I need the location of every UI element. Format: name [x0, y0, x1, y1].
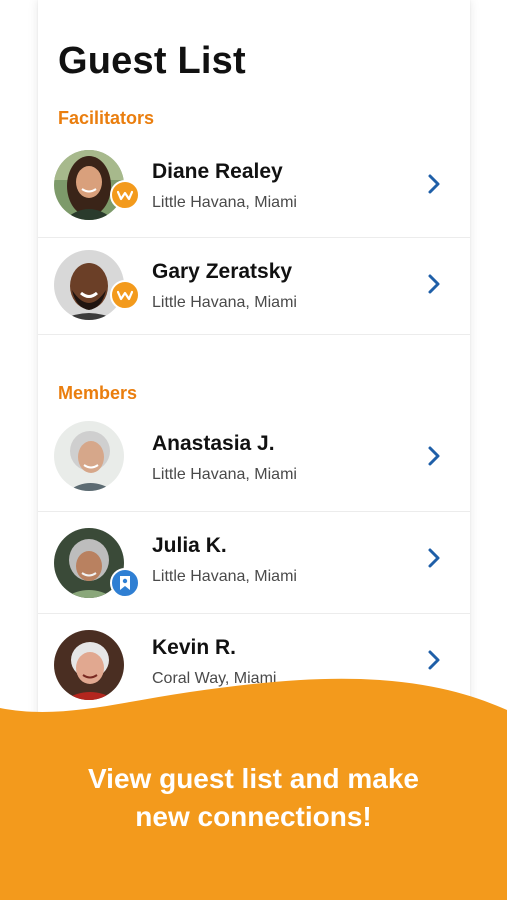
guest-row-anastasia[interactable]: Anastasia J. Little Havana, Miami: [38, 410, 470, 512]
ribbon-badge-icon: [110, 568, 140, 598]
guest-name: Gary Zeratsky: [152, 260, 293, 283]
facilitator-badge-icon: [110, 280, 140, 310]
promo-line-2: new connections!: [135, 801, 372, 832]
page-title: Guest List: [58, 40, 246, 82]
guest-name: Anastasia J.: [152, 432, 275, 455]
section-label-facilitators: Facilitators: [58, 108, 155, 128]
guest-name: Kevin R.: [152, 636, 237, 659]
guest-location: Little Havana, Miami: [152, 568, 297, 585]
guest-location: Little Havana, Miami: [152, 194, 297, 211]
chevron-right-icon[interactable]: [424, 546, 444, 570]
promo-line-1: View guest list and make: [88, 763, 419, 794]
facilitator-badge-icon: [110, 180, 140, 210]
guest-name: Julia K.: [152, 534, 227, 557]
chevron-right-icon[interactable]: [424, 272, 444, 296]
chevron-right-icon[interactable]: [424, 172, 444, 196]
guest-location: Little Havana, Miami: [152, 294, 297, 311]
guest-location: Little Havana, Miami: [152, 466, 297, 483]
promo-text: View guest list and make new connections…: [0, 760, 507, 836]
guest-row-gary[interactable]: Gary Zeratsky Little Havana, Miami: [38, 238, 470, 335]
guest-row-diane[interactable]: Diane Realey Little Havana, Miami: [38, 138, 470, 238]
section-label-members: Members: [58, 383, 138, 403]
guest-row-julia[interactable]: Julia K. Little Havana, Miami: [38, 512, 470, 614]
chevron-right-icon[interactable]: [424, 444, 444, 468]
guest-name: Diane Realey: [152, 160, 283, 183]
avatar: [54, 421, 124, 491]
